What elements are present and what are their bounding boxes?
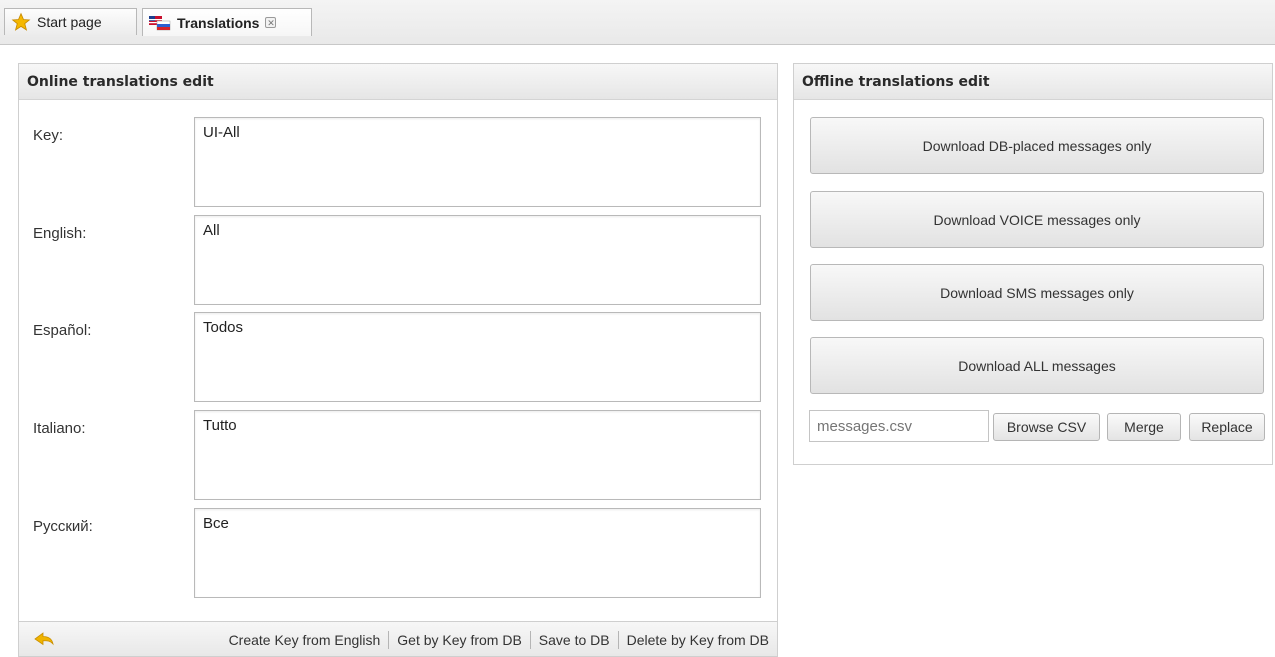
panel-title: Offline translations edit xyxy=(794,64,1272,100)
field-label: Key: xyxy=(33,127,64,144)
download-voice-messages-button[interactable]: Download VOICE messages only xyxy=(810,191,1264,248)
tab-label: Translations xyxy=(177,14,260,31)
download-db-messages-button[interactable]: Download DB-placed messages only xyxy=(810,117,1264,174)
save-to-db-button[interactable]: Save to DB xyxy=(531,632,618,648)
italian-textarea[interactable]: Tutto xyxy=(194,410,761,500)
create-key-from-english-button[interactable]: Create Key from English xyxy=(221,632,389,648)
key-textarea[interactable]: UI-All xyxy=(194,117,761,207)
english-textarea[interactable]: All xyxy=(194,215,761,305)
tab-strip: Start page Translations ✕ xyxy=(0,0,1275,45)
download-sms-messages-button[interactable]: Download SMS messages only xyxy=(810,264,1264,321)
field-label: English: xyxy=(33,225,87,242)
replace-button[interactable]: Replace xyxy=(1189,413,1265,441)
panel-footer-toolbar: Create Key from English Get by Key from … xyxy=(19,621,777,656)
flags-icon xyxy=(149,15,171,30)
star-icon xyxy=(11,12,31,31)
field-label: Italiano: xyxy=(33,420,86,437)
csv-file-input[interactable] xyxy=(809,410,989,442)
offline-translations-panel: Offline translations edit Download DB-pl… xyxy=(793,63,1273,465)
csv-upload-row: Browse CSV Merge Replace xyxy=(809,410,1269,442)
online-translations-panel: Online translations edit Key: UI-All Eng… xyxy=(18,63,778,657)
field-label: Русский: xyxy=(33,518,93,535)
tab-start-page[interactable]: Start page xyxy=(4,8,137,35)
get-by-key-button[interactable]: Get by Key from DB xyxy=(389,632,529,648)
tab-label: Start page xyxy=(37,14,102,30)
field-label: Español: xyxy=(33,322,92,339)
undo-arrow-icon[interactable] xyxy=(33,630,55,648)
russian-textarea[interactable]: Все xyxy=(194,508,761,598)
panel-title: Online translations edit xyxy=(19,64,777,100)
close-tab-icon[interactable]: ✕ xyxy=(265,17,277,28)
tab-translations[interactable]: Translations ✕ xyxy=(142,8,312,36)
delete-by-key-button[interactable]: Delete by Key from DB xyxy=(619,632,777,648)
footer-actions: Create Key from English Get by Key from … xyxy=(221,622,777,657)
spanish-textarea[interactable]: Todos xyxy=(194,312,761,402)
browse-csv-button[interactable]: Browse CSV xyxy=(993,413,1100,441)
download-all-messages-button[interactable]: Download ALL messages xyxy=(810,337,1264,394)
merge-button[interactable]: Merge xyxy=(1107,413,1181,441)
